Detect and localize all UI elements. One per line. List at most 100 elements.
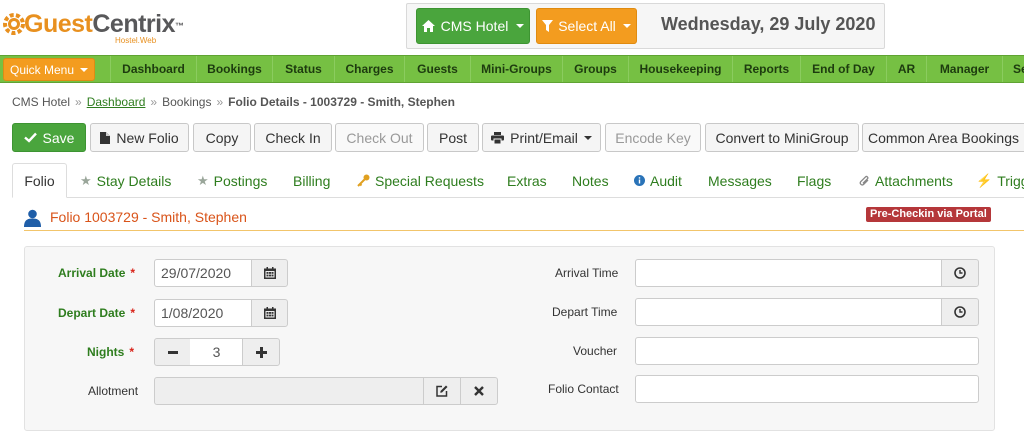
tab-folio[interactable]: Folio [12, 163, 67, 198]
tab-stay-details-label: Stay Details [96, 172, 172, 189]
hotel-selector-label: CMS Hotel [440, 18, 509, 34]
depart-date-picker-button[interactable] [251, 299, 288, 327]
copy-button[interactable]: Copy [193, 123, 251, 152]
allotment-label: Allotment [88, 384, 139, 398]
breadcrumb-dashboard-link[interactable]: Dashboard [87, 95, 146, 109]
new-folio-button[interactable]: New Folio [90, 123, 189, 152]
edit-allotment-button[interactable] [423, 377, 461, 405]
breadcrumb-root: CMS Hotel [12, 95, 71, 109]
breadcrumb: CMS Hotel » Dashboard » Bookings » Folio Detai… [12, 95, 455, 109]
common-area-bookings-button[interactable]: Common Area Bookings [862, 123, 1024, 152]
depart-time-label: Depart Time [552, 305, 618, 319]
nav-item-mini-groups[interactable]: Mini-Groups [470, 56, 562, 82]
main-nav: Quick Menu Dashboard Bookings Status Cha… [0, 55, 1024, 83]
folio-contact-field[interactable] [635, 375, 979, 403]
chevron-down-icon [516, 24, 525, 28]
logo-wordmark: GuestCentrix™ [24, 10, 184, 38]
breadcrumb-bookings: Bookings [162, 95, 212, 109]
hotel-selector-button[interactable]: CMS Hotel [416, 8, 530, 44]
star-icon: ★ [197, 172, 209, 188]
nav-item-end-of-day[interactable]: End of Day [800, 56, 886, 82]
nav-item-ar[interactable]: AR [886, 56, 926, 82]
print-email-button[interactable]: Print/Email [482, 123, 601, 152]
chevron-down-icon [622, 24, 631, 28]
nav-item-reports[interactable]: Reports [732, 56, 800, 82]
current-date: Wednesday, 29 July 2020 [661, 14, 876, 34]
arrival-date-field[interactable]: 29/07/2020 [154, 259, 252, 287]
tab-attachments-label: Attachments [875, 172, 953, 189]
nav-item-manager[interactable]: Manager [926, 56, 1002, 82]
depart-time-picker-button[interactable] [941, 298, 979, 326]
breadcrumb-separator: » [150, 95, 158, 109]
lightning-icon: ⚡ [976, 172, 993, 188]
folio-contact-label: Folio Contact [548, 382, 619, 396]
arrival-time-picker-button[interactable] [941, 259, 979, 287]
clear-allotment-button[interactable] [460, 377, 498, 405]
info-icon [634, 175, 645, 186]
tab-extras[interactable]: Extras [507, 163, 547, 198]
depart-time-field[interactable] [635, 298, 942, 326]
tab-special-requests[interactable]: Special Requests [357, 163, 484, 198]
voucher-label: Voucher [573, 344, 618, 358]
voucher-field[interactable] [635, 337, 979, 365]
filter-icon [542, 20, 554, 32]
select-all-label: Select All [558, 18, 616, 34]
check-out-button[interactable]: Check Out [335, 123, 424, 152]
nav-item-settings[interactable]: Se [1002, 56, 1024, 82]
tab-attachments[interactable]: Attachments [859, 163, 953, 198]
user-icon [24, 209, 41, 227]
nav-item-charges[interactable]: Charges [334, 56, 404, 82]
tab-flags[interactable]: Flags [797, 163, 831, 198]
check-icon [23, 132, 37, 143]
nights-increment-button[interactable] [242, 338, 280, 366]
encode-key-button[interactable]: Encode Key [605, 123, 701, 152]
clock-icon [954, 267, 966, 279]
tab-notes[interactable]: Notes [572, 163, 609, 198]
paperclip-icon [859, 175, 869, 186]
nav-item-guests[interactable]: Guests [404, 56, 470, 82]
tab-messages[interactable]: Messages [708, 163, 772, 198]
arrival-time-field[interactable] [635, 259, 942, 287]
arrival-time-label: Arrival Time [555, 266, 619, 280]
key-icon [357, 174, 370, 187]
new-folio-label: New Folio [116, 129, 179, 146]
file-icon [100, 131, 111, 144]
post-button[interactable]: Post [427, 123, 479, 152]
select-all-button[interactable]: Select All [536, 8, 637, 44]
star-icon: ★ [80, 172, 92, 188]
allotment-field [154, 377, 424, 405]
guestcentrix-logo[interactable]: GuestCentrix™ Hostel.Web [3, 8, 184, 48]
breadcrumb-separator: » [216, 95, 224, 109]
arrival-date-label: Arrival Date * [58, 266, 136, 280]
check-in-button[interactable]: Check In [254, 123, 332, 152]
nav-item-dashboard[interactable]: Dashboard [110, 56, 196, 82]
depart-date-field[interactable]: 1/08/2020 [154, 299, 252, 327]
depart-date-label: Depart Date * [58, 306, 136, 320]
nights-label: Nights * [87, 345, 135, 359]
quick-menu-label: Quick Menu [9, 62, 75, 77]
tab-stay-details[interactable]: ★ Stay Details [80, 163, 171, 198]
convert-to-minigroup-button[interactable]: Convert to MiniGroup [705, 123, 859, 152]
edit-icon [436, 385, 448, 397]
print-email-label: Print/Email [510, 129, 578, 146]
tab-triggers[interactable]: ⚡ Trigg [976, 163, 1024, 198]
breadcrumb-separator: » [75, 95, 82, 109]
nav-item-status[interactable]: Status [272, 56, 334, 82]
plus-icon [255, 346, 267, 358]
logo-subtitle: Hostel.Web [115, 36, 157, 45]
tab-postings-label: Postings [213, 172, 268, 189]
tab-billing[interactable]: Billing [293, 163, 330, 198]
nights-decrement-button[interactable] [154, 338, 191, 366]
clock-icon [954, 306, 966, 318]
save-label: Save [42, 129, 75, 146]
nav-item-housekeeping[interactable]: Housekeeping [628, 56, 732, 82]
nav-item-groups[interactable]: Groups [562, 56, 628, 82]
nights-stepper-value[interactable]: 3 [190, 338, 243, 366]
tab-audit[interactable]: Audit [634, 163, 682, 198]
quick-menu-button[interactable]: Quick Menu [3, 58, 95, 81]
app-header: GuestCentrix™ Hostel.Web CMS Hotel Selec… [0, 0, 1024, 52]
save-button[interactable]: Save [12, 123, 86, 152]
tab-postings[interactable]: ★ Postings [197, 163, 267, 198]
arrival-date-picker-button[interactable] [251, 259, 288, 287]
nav-item-bookings[interactable]: Bookings [196, 56, 272, 82]
